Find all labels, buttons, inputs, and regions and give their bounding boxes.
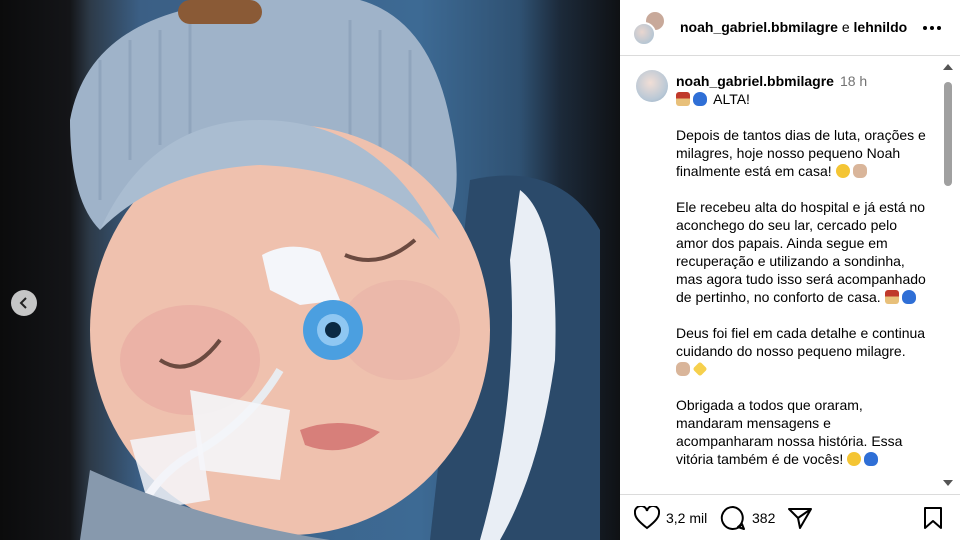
praying-hands-emoji-icon: [676, 362, 690, 376]
caption-headline: ALTA!: [713, 91, 750, 107]
caption-paragraph-1: Depois de tantos dias de luta, orações e…: [676, 127, 926, 179]
caption-scrollbar[interactable]: [942, 60, 954, 494]
teary-face-emoji-icon: [835, 164, 850, 178]
avatar: [632, 22, 656, 46]
heart-icon: [634, 506, 660, 530]
bookmark-icon: [924, 507, 942, 529]
author-link[interactable]: noah_gabriel.bbmilagre: [680, 19, 838, 35]
like-count[interactable]: 3,2 mil: [666, 510, 707, 526]
scrollbar-thumb[interactable]: [944, 82, 952, 186]
caption: noah_gabriel.bbmilagre 18 h ALTA! Depois …: [676, 72, 926, 468]
house-emoji-icon: [884, 290, 899, 304]
blue-heart-emoji-icon: [901, 290, 916, 304]
caption-time[interactable]: 18 h: [840, 73, 867, 89]
like-button[interactable]: 3,2 mil: [634, 505, 707, 531]
more-icon: [923, 26, 941, 30]
caption-paragraph-3: Deus foi fiel em cada detalhe e continua…: [676, 325, 926, 359]
praying-hands-emoji-icon: [852, 164, 867, 178]
blue-heart-emoji-icon: [693, 92, 707, 106]
post-side-panel: noah_gabriel.bbmilagre e lehnildo noah_g…: [620, 0, 960, 540]
house-emoji-icon: [676, 92, 690, 106]
chevron-left-icon: [19, 297, 27, 309]
post-header: noah_gabriel.bbmilagre e lehnildo: [620, 0, 960, 56]
comment-icon: [720, 505, 745, 530]
coauthor-link[interactable]: lehnildo: [854, 19, 908, 35]
baby-photo: [70, 0, 600, 540]
caption-username[interactable]: noah_gabriel.bbmilagre: [676, 73, 834, 89]
joiner-text: e: [841, 19, 850, 35]
caption-area[interactable]: noah_gabriel.bbmilagre 18 h ALTA! Depois …: [620, 56, 960, 494]
more-options-button[interactable]: [920, 16, 944, 40]
post-media: [0, 0, 620, 540]
teary-face-emoji-icon: [847, 452, 862, 466]
blue-heart-emoji-icon: [864, 452, 879, 466]
save-button[interactable]: [922, 505, 944, 531]
scroll-up-arrow[interactable]: [943, 64, 953, 70]
collab-authors: noah_gabriel.bbmilagre e lehnildo: [680, 19, 907, 35]
collab-avatars[interactable]: [632, 10, 668, 46]
scroll-down-arrow[interactable]: [943, 480, 953, 486]
action-bar: 3,2 mil 382: [620, 494, 960, 540]
previous-media-button[interactable]: [11, 290, 37, 316]
avatar[interactable]: [636, 70, 668, 102]
sparkles-emoji-icon: [692, 361, 708, 377]
comment-count[interactable]: 382: [752, 510, 775, 526]
share-icon: [788, 508, 812, 529]
comment-button[interactable]: 382: [720, 505, 775, 531]
share-button[interactable]: [787, 505, 813, 531]
